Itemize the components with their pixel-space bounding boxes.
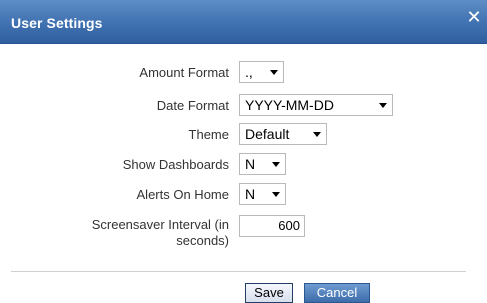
chevron-down-icon bbox=[270, 70, 278, 75]
amount-format-value: ., bbox=[245, 64, 253, 80]
show-dashboards-row: Show Dashboards N bbox=[0, 153, 487, 177]
alerts-on-home-value: N bbox=[245, 186, 256, 202]
alerts-on-home-label: Alerts On Home bbox=[136, 187, 229, 202]
cancel-button[interactable]: Cancel bbox=[304, 283, 370, 303]
theme-label: Theme bbox=[188, 127, 229, 142]
date-format-row: Date Format YYYY-MM-DD bbox=[0, 94, 487, 118]
chevron-down-icon bbox=[313, 132, 321, 137]
screensaver-interval-label-line1: Screensaver Interval (in bbox=[91, 217, 229, 232]
chevron-down-icon bbox=[379, 103, 387, 108]
amount-format-label: Amount Format bbox=[139, 65, 229, 80]
amount-format-row: Amount Format ., bbox=[0, 61, 487, 85]
show-dashboards-value: N bbox=[245, 156, 256, 172]
screensaver-interval-label-line2: seconds) bbox=[176, 233, 229, 248]
theme-select[interactable]: Default bbox=[239, 123, 327, 145]
dialog-title: User Settings bbox=[11, 15, 103, 31]
screensaver-interval-row: Screensaver Interval (in seconds) 600 bbox=[0, 215, 487, 255]
screensaver-interval-value: 600 bbox=[278, 218, 300, 233]
show-dashboards-label: Show Dashboards bbox=[122, 157, 229, 172]
theme-row: Theme Default bbox=[0, 123, 487, 147]
date-format-select[interactable]: YYYY-MM-DD bbox=[239, 94, 393, 116]
divider bbox=[11, 271, 466, 272]
user-settings-dialog: User Settings ✕ Amount Format ., Date Fo… bbox=[0, 0, 487, 303]
show-dashboards-select[interactable]: N bbox=[239, 153, 286, 175]
amount-format-select[interactable]: ., bbox=[239, 61, 284, 83]
theme-value: Default bbox=[245, 126, 290, 142]
dialog-titlebar: User Settings ✕ bbox=[0, 0, 487, 44]
close-icon[interactable]: ✕ bbox=[465, 8, 483, 26]
screensaver-interval-input[interactable]: 600 bbox=[239, 215, 305, 237]
alerts-on-home-select[interactable]: N bbox=[239, 183, 286, 205]
chevron-down-icon bbox=[272, 162, 280, 167]
screensaver-interval-label: Screensaver Interval (in seconds) bbox=[29, 217, 229, 249]
dialog-buttons: Save Cancel bbox=[0, 283, 487, 303]
chevron-down-icon bbox=[272, 192, 280, 197]
date-format-value: YYYY-MM-DD bbox=[245, 97, 334, 113]
alerts-on-home-row: Alerts On Home N bbox=[0, 183, 487, 207]
date-format-label: Date Format bbox=[156, 98, 229, 113]
save-button[interactable]: Save bbox=[245, 283, 293, 303]
